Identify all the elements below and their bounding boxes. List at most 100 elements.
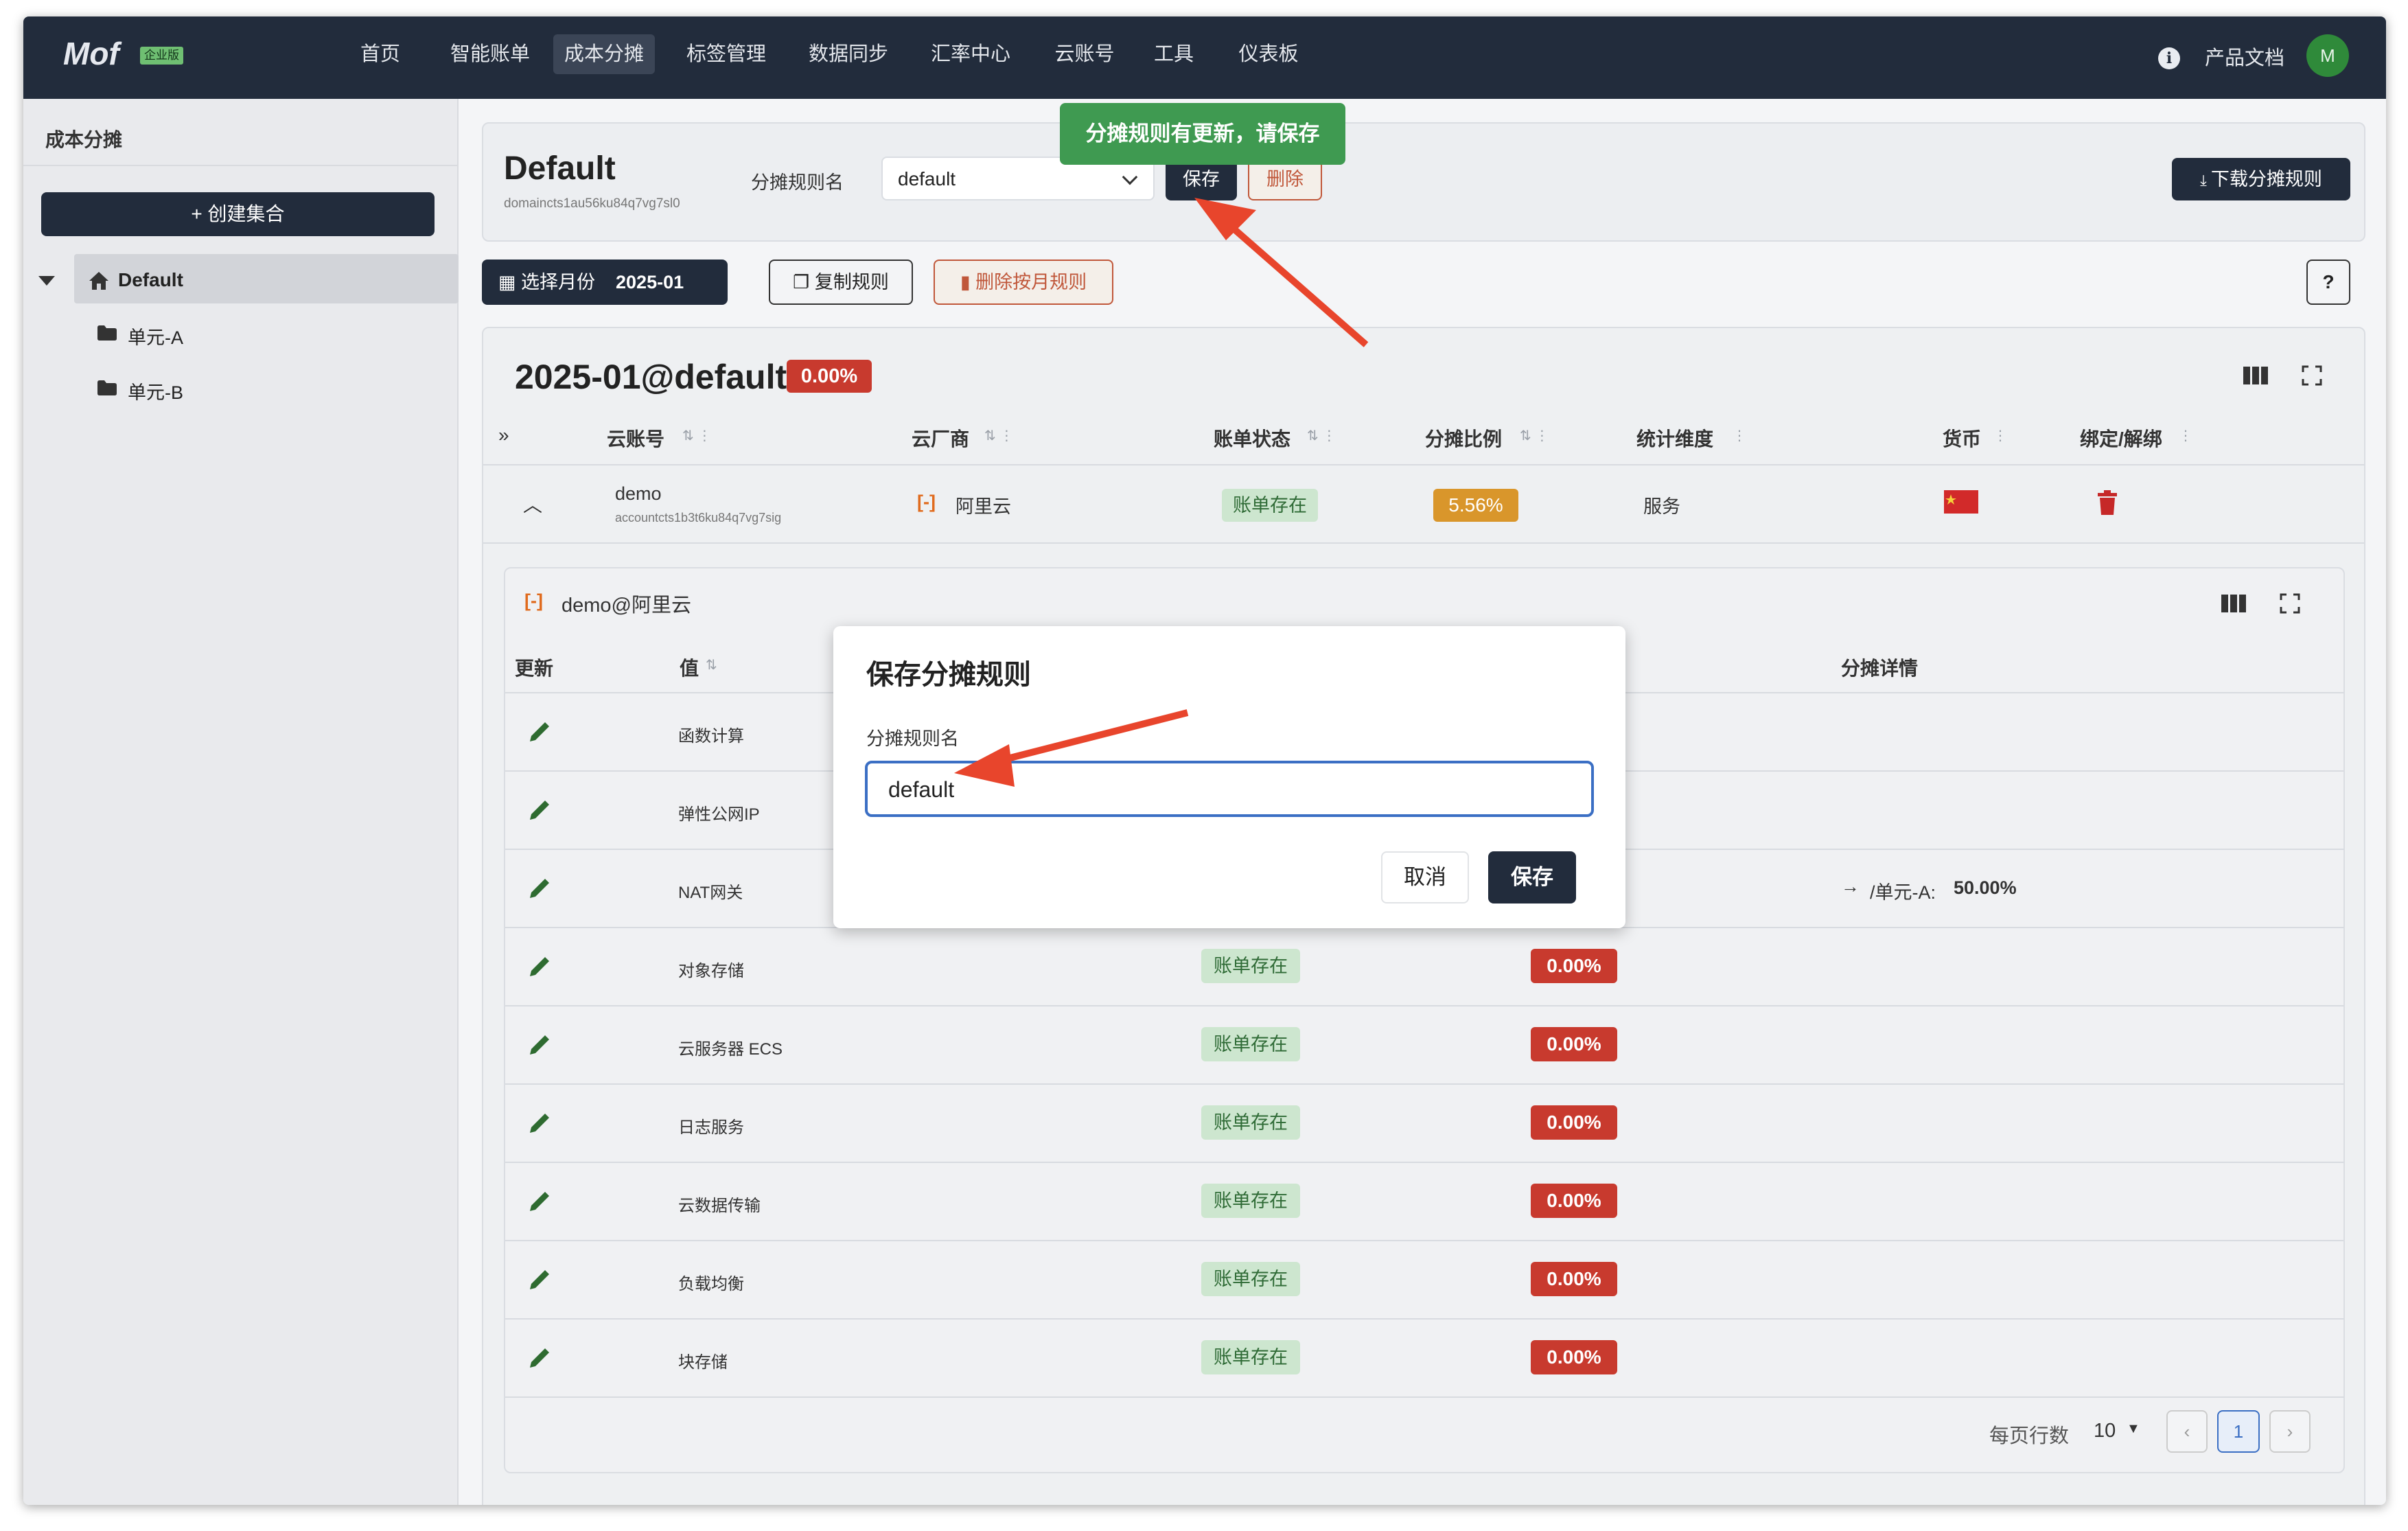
help-icon[interactable]: ?: [2306, 260, 2350, 305]
columns-icon[interactable]: [2221, 593, 2246, 614]
nav-dashboard[interactable]: 仪表板: [1226, 34, 1311, 74]
account-id: accountcts1b3t6ku84q7vg7sig: [615, 511, 782, 525]
docs-link[interactable]: 产品文档: [2205, 41, 2284, 76]
user-avatar[interactable]: M: [2306, 34, 2349, 77]
sub-col-details[interactable]: 分摊详情: [1841, 654, 1918, 681]
edit-icon[interactable]: [526, 1188, 553, 1215]
ratio-badge: 0.00%: [1531, 1184, 1617, 1218]
ratio-badge: 0.00%: [1531, 1262, 1617, 1296]
sort-icon[interactable]: ⇅ ⋮: [682, 427, 711, 444]
prev-page-button[interactable]: ‹: [2166, 1410, 2208, 1453]
ratio-badge: 0.00%: [1531, 949, 1617, 983]
menu-icon[interactable]: ⋮: [2179, 427, 2192, 444]
nav-smart-bill[interactable]: 智能账单: [439, 34, 541, 74]
cancel-button[interactable]: 取消: [1381, 851, 1469, 903]
row-divider: [505, 1162, 2343, 1163]
edit-icon[interactable]: [526, 875, 553, 902]
rule-name-select-value: default: [898, 168, 956, 189]
nav-tag-management[interactable]: 标签管理: [675, 34, 777, 74]
columns-icon[interactable]: [2243, 365, 2268, 386]
rule-name-input[interactable]: default: [865, 761, 1594, 817]
nav-cloud-accounts[interactable]: 云账号: [1042, 34, 1127, 74]
bill-status-badge: 账单存在: [1201, 1027, 1300, 1061]
menu-icon[interactable]: ⋮: [1733, 427, 1746, 444]
copy-rules-button[interactable]: ❐ 复制规则: [769, 260, 913, 305]
sub-col-value[interactable]: 值: [680, 654, 699, 681]
fullscreen-icon[interactable]: [2278, 593, 2302, 614]
folder-icon: [97, 380, 117, 395]
modal-save-button[interactable]: 保存: [1488, 851, 1576, 903]
copy-rules-label: 复制规则: [814, 272, 889, 292]
bill-status-badge: 账单存在: [1222, 489, 1318, 522]
bill-status-badge: 账单存在: [1201, 1184, 1300, 1218]
sub-row-value: 云服务器 ECS: [678, 1040, 783, 1059]
edit-icon[interactable]: [526, 1266, 553, 1293]
edit-icon[interactable]: [526, 1031, 553, 1059]
rule-name-input-value: default: [888, 777, 955, 802]
caret-down-icon[interactable]: [38, 276, 55, 286]
fullscreen-icon[interactable]: [2300, 365, 2324, 386]
col-bill-status[interactable]: 账单状态: [1214, 424, 1290, 452]
edit-icon[interactable]: [526, 1109, 553, 1137]
edit-icon[interactable]: [526, 953, 553, 980]
sub-row-value: 负载均衡: [678, 1275, 744, 1293]
tree-label-unit-b[interactable]: 单元-B: [128, 378, 183, 404]
save-rule-modal: 保存分摊规则 分摊规则名 default 取消 保存: [833, 626, 1625, 928]
period-percent-badge: 0.00%: [787, 360, 872, 393]
sort-icon[interactable]: ⇅ ⋮: [984, 427, 1013, 444]
expand-all-icon[interactable]: »: [498, 424, 509, 446]
row-divider: [505, 1005, 2343, 1006]
info-icon[interactable]: i: [2158, 47, 2180, 69]
nav-exchange-rate[interactable]: 汇率中心: [920, 34, 1021, 74]
tree-label-default[interactable]: Default: [118, 269, 183, 291]
sort-icon[interactable]: ⇅ ⋮: [1307, 427, 1336, 444]
col-ratio[interactable]: 分摊比例: [1425, 424, 1502, 452]
nav-tools[interactable]: 工具: [1141, 34, 1207, 74]
col-currency[interactable]: 货币: [1943, 424, 1981, 452]
trash-icon[interactable]: [2098, 490, 2117, 515]
ratio-badge: 0.00%: [1531, 1340, 1617, 1374]
caret-down-icon[interactable]: ▼: [2127, 1421, 2140, 1437]
tree-label-unit-a[interactable]: 单元-A: [128, 323, 183, 349]
nav-data-sync[interactable]: 数据同步: [798, 34, 899, 74]
delete-month-rules-button[interactable]: ▮ 删除按月规则: [934, 260, 1113, 305]
top-navbar: Mof 企业版 首页 智能账单 成本分摊 标签管理 数据同步 汇率中心 云账号 …: [23, 16, 2386, 99]
account-name: demo: [615, 483, 662, 504]
select-month-button[interactable]: ▦ 选择月份 2025-01: [482, 260, 728, 305]
nav-cost-allocation[interactable]: 成本分摊: [553, 34, 655, 74]
selected-month: 2025-01: [616, 272, 684, 292]
home-icon: [89, 272, 108, 290]
sub-col-update[interactable]: 更新: [515, 654, 553, 681]
col-provider[interactable]: 云厂商: [912, 424, 969, 452]
col-cloud-account[interactable]: 云账号: [607, 424, 664, 452]
page-1-button[interactable]: 1: [2217, 1410, 2260, 1453]
col-bind-unbind[interactable]: 绑定/解绑: [2080, 424, 2162, 452]
collapse-row-icon[interactable]: ︿: [523, 490, 542, 518]
edit-icon[interactable]: [526, 796, 553, 824]
aliyun-logo-icon: [-]: [917, 492, 936, 512]
modal-rule-name-label: 分摊规则名: [866, 728, 959, 749]
sort-icon[interactable]: ⇅: [706, 656, 717, 674]
next-page-button[interactable]: ›: [2269, 1410, 2311, 1453]
sidebar-title: 成本分摊: [45, 129, 123, 150]
row-divider: [505, 1396, 2343, 1398]
delete-month-rules-label: 删除按月规则: [975, 272, 1087, 292]
menu-icon[interactable]: ⋮: [1993, 427, 2007, 444]
trash-icon: ▮: [960, 272, 976, 292]
app-logo[interactable]: Mof: [63, 35, 119, 72]
sidebar-divider: [23, 165, 459, 166]
edit-icon[interactable]: [526, 1344, 553, 1372]
edit-icon[interactable]: [526, 718, 553, 746]
sort-icon[interactable]: ⇅ ⋮: [1520, 427, 1549, 444]
nav-home[interactable]: 首页: [347, 34, 413, 74]
update-toast: 分摊规则有更新，请保存: [1060, 103, 1345, 165]
dimension-value: 服务: [1643, 496, 1680, 517]
col-dimension[interactable]: 统计维度: [1636, 424, 1713, 452]
copy-icon: ❐: [793, 272, 815, 292]
app-window: Mof 企业版 首页 智能账单 成本分摊 标签管理 数据同步 汇率中心 云账号 …: [23, 16, 2386, 1505]
edition-badge: 企业版: [140, 47, 183, 65]
download-rules-button[interactable]: ⤓ 下载分摊规则: [2172, 158, 2350, 200]
create-collection-button[interactable]: + 创建集合: [41, 192, 435, 236]
allocation-detail-percent: 50.00%: [1954, 877, 2017, 898]
rows-per-page-select[interactable]: 10: [2094, 1420, 2116, 1442]
